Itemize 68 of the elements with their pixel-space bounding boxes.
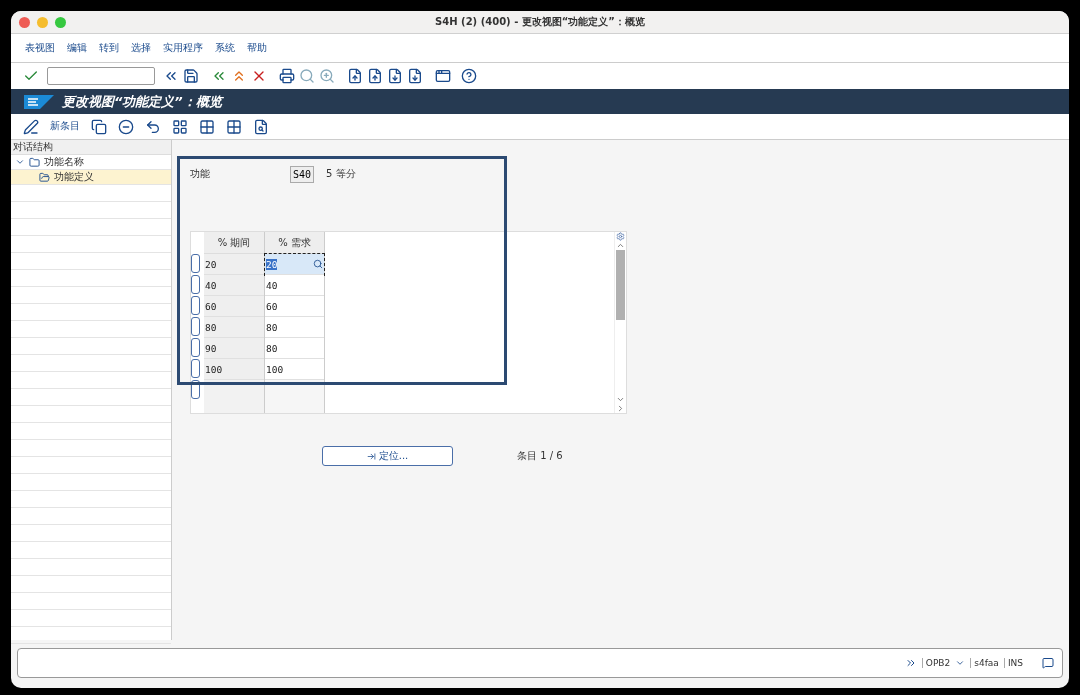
scroll-up-icon[interactable]	[616, 241, 625, 250]
vertical-scrollbar[interactable]	[614, 232, 626, 413]
tree-item[interactable]: 功能名称	[11, 155, 171, 170]
menu-item[interactable]: 表视图	[25, 41, 55, 55]
field-label: 功能	[190, 167, 211, 181]
transaction-code: OPB2	[921, 658, 951, 668]
input-mode: INS	[1003, 658, 1023, 668]
panel-title: 对话结构	[11, 140, 171, 155]
print-icon[interactable]	[279, 68, 295, 84]
column-header[interactable]: % 期间	[204, 232, 264, 254]
save-icon[interactable]	[183, 68, 199, 84]
row-selector[interactable]	[191, 359, 200, 378]
select-all-icon[interactable]	[172, 118, 188, 135]
row-selector[interactable]	[191, 254, 200, 273]
folder-icon	[39, 171, 50, 183]
help-icon[interactable]	[461, 68, 477, 84]
tree-label: 功能定义	[54, 170, 94, 184]
close-light[interactable]	[19, 16, 30, 28]
input-field[interactable]: 60	[265, 296, 324, 317]
row-selector[interactable]	[191, 338, 200, 357]
delete-icon[interactable]	[118, 118, 134, 135]
input-field[interactable]: 20	[265, 254, 324, 275]
message-icon[interactable]	[1042, 657, 1054, 669]
menu-item[interactable]: 转到	[99, 41, 119, 55]
menu-item[interactable]: 实用程序	[163, 41, 203, 55]
copy-icon[interactable]	[91, 118, 107, 135]
value-help-icon	[313, 259, 323, 269]
next-page-icon[interactable]	[387, 68, 403, 84]
last-page-icon[interactable]	[407, 68, 423, 84]
row-selector[interactable]	[191, 296, 200, 315]
entry-count: 条目 1 / 6	[517, 449, 563, 463]
input-field[interactable]: 100	[265, 359, 324, 380]
row-selector[interactable]	[191, 317, 200, 336]
scroll-down-icon[interactable]	[616, 395, 625, 404]
tree-label: 功能名称	[44, 155, 84, 169]
arrow-icon	[366, 451, 376, 461]
input-field[interactable]: 80	[265, 338, 324, 359]
logo	[24, 94, 54, 109]
function-description: 5 等分	[326, 167, 356, 181]
tree-item[interactable]: 功能定义	[11, 170, 171, 185]
new-entries-button[interactable]: 新条目	[50, 120, 80, 133]
undo-icon[interactable]	[145, 118, 161, 135]
command-field[interactable]	[47, 67, 155, 85]
dropdown-icon[interactable]	[955, 658, 966, 668]
menu-item[interactable]: 系统	[215, 41, 235, 55]
folder-icon	[29, 156, 40, 168]
row-selector[interactable]	[191, 380, 200, 399]
function-code: S40	[290, 165, 315, 183]
menu-item[interactable]: 选择	[131, 41, 151, 55]
position-button[interactable]: 定位...	[322, 446, 453, 466]
previous-page-icon[interactable]	[367, 68, 383, 84]
input-field[interactable]: 80	[265, 317, 324, 338]
column-header[interactable]: % 需求	[265, 232, 324, 254]
scroll-right-icon[interactable]	[616, 404, 625, 413]
expand-icon[interactable]	[904, 657, 917, 669]
window-title: S4H (2) (400) - 更改视图“功能定义”：概览	[434, 15, 646, 29]
server-name: s4faa	[970, 658, 999, 668]
row-selector[interactable]	[191, 275, 200, 294]
screen-title: 更改视图“功能定义”：概览	[62, 92, 222, 111]
first-page-icon[interactable]	[347, 68, 363, 84]
window-icon[interactable]	[435, 68, 451, 84]
settings-icon[interactable]	[616, 232, 625, 241]
menu-item[interactable]: 帮助	[247, 41, 267, 55]
edit-icon[interactable]	[23, 118, 39, 135]
input-field[interactable]: 40	[265, 275, 324, 296]
expand-icon	[15, 157, 25, 167]
document-search-icon[interactable]	[253, 118, 269, 135]
menu-item[interactable]: 编辑	[67, 41, 87, 55]
